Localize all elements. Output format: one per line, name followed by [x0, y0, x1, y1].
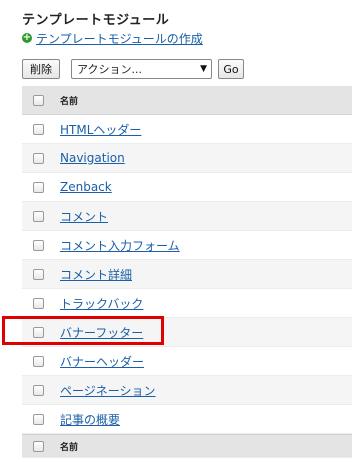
row-checkbox[interactable] [33, 239, 44, 251]
module-link[interactable]: コメント [60, 208, 108, 225]
row-checkbox[interactable] [33, 181, 44, 193]
go-button[interactable]: Go [218, 59, 244, 79]
table-row: ページネーション [22, 376, 352, 405]
row-checkbox[interactable] [33, 413, 44, 425]
module-link[interactable]: バナーフッター [60, 324, 143, 341]
create-module-row: + テンプレートモジュールの作成 [22, 30, 203, 46]
delete-button[interactable]: 削除 [22, 59, 60, 79]
create-module-link[interactable]: テンプレートモジュールの作成 [36, 30, 203, 47]
row-checkbox[interactable] [33, 355, 44, 367]
module-table: 名前 HTMLヘッダー Navigation Zenback コメント コメント… [22, 86, 352, 458]
module-link[interactable]: HTMLヘッダー [60, 121, 141, 138]
module-link[interactable]: コメント入力フォーム [60, 237, 180, 254]
select-all-checkbox[interactable] [33, 94, 44, 106]
bulk-action-toolbar: 削除 アクション... ▼ Go [22, 58, 244, 80]
row-checkbox[interactable] [33, 268, 44, 280]
select-all-checkbox-footer[interactable] [33, 440, 44, 452]
name-column-header[interactable]: 名前 [60, 94, 78, 107]
action-select[interactable]: アクション... ▼ [71, 59, 212, 79]
module-link[interactable]: Navigation [60, 151, 125, 165]
table-row: コメント詳細 [22, 260, 352, 289]
module-link[interactable]: バナーヘッダー [60, 353, 144, 370]
name-column-footer[interactable]: 名前 [60, 440, 78, 453]
table-row: トラックバック [22, 289, 352, 318]
page-title: テンプレートモジュール [22, 13, 170, 28]
table-row: バナーヘッダー [22, 347, 352, 376]
module-link[interactable]: ページネーション [60, 382, 156, 399]
table-row: 記事の概要 [22, 405, 352, 434]
row-checkbox[interactable] [33, 297, 44, 309]
row-checkbox[interactable] [33, 152, 44, 164]
table-row: コメント入力フォーム [22, 231, 352, 260]
module-link[interactable]: トラックバック [60, 295, 143, 312]
table-row: HTMLヘッダー [22, 115, 352, 144]
table-footer: 名前 [22, 434, 352, 458]
action-select-value: アクション... [77, 63, 142, 76]
table-row: Navigation [22, 144, 352, 173]
module-link[interactable]: Zenback [60, 180, 112, 194]
row-checkbox[interactable] [33, 384, 44, 396]
row-checkbox[interactable] [33, 123, 44, 135]
table-row: バナーフッター [22, 318, 352, 347]
row-checkbox[interactable] [33, 210, 44, 222]
plus-circle-icon: + [22, 32, 32, 43]
module-link[interactable]: 記事の概要 [60, 411, 120, 428]
module-link[interactable]: コメント詳細 [60, 266, 132, 283]
table-header: 名前 [22, 86, 352, 115]
dropdown-arrow-icon: ▼ [200, 64, 207, 74]
table-row: Zenback [22, 173, 352, 202]
row-checkbox[interactable] [33, 326, 44, 338]
table-row: コメント [22, 202, 352, 231]
